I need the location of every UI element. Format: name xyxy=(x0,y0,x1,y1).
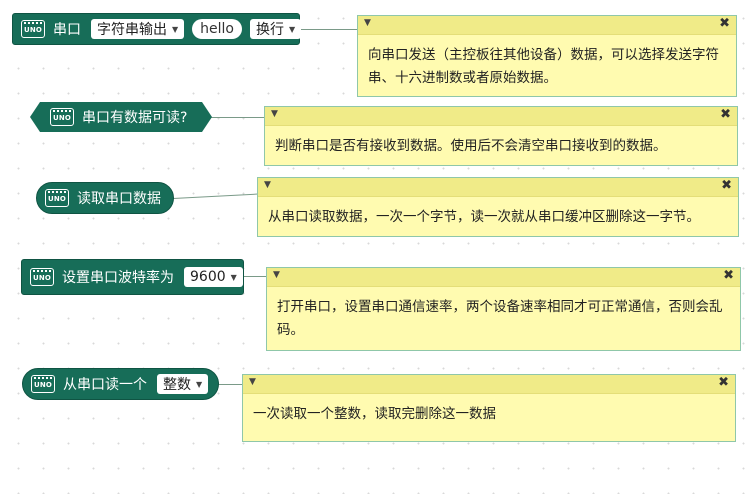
number-type-dropdown[interactable]: 整数 ▼ xyxy=(157,374,209,394)
uno-board-icon: UNO xyxy=(50,108,74,126)
comment-text[interactable]: 一次读取一个整数，读取完删除这一数据 xyxy=(243,394,735,435)
collapse-icon[interactable]: ▼ xyxy=(273,270,280,280)
comment-text[interactable]: 向串口发送（主控板往其他设备）数据，可以选择发送字符串、十六进制数或者原始数据。 xyxy=(358,35,736,99)
line-ending-dropdown[interactable]: 换行 ▼ xyxy=(250,19,302,39)
close-icon[interactable]: ✖ xyxy=(719,16,730,31)
chevron-down-icon: ▼ xyxy=(289,24,296,34)
serial-begin-block[interactable]: UNO 设置串口波特率为 9600 ▼ xyxy=(21,259,244,295)
connector-line xyxy=(243,276,267,277)
comment-header[interactable]: ▼ ✖ xyxy=(258,178,738,197)
block-label: 设置串口波特率为 xyxy=(62,270,174,286)
block-label: 从串口读一个 xyxy=(63,377,147,393)
connector-line xyxy=(218,384,242,385)
close-icon[interactable]: ✖ xyxy=(721,178,732,193)
collapse-icon[interactable]: ▼ xyxy=(364,18,371,28)
collapse-icon[interactable]: ▼ xyxy=(249,377,256,387)
comment-header[interactable]: ▼ ✖ xyxy=(265,107,737,126)
block-label: 串口 xyxy=(53,22,81,38)
data-type-dropdown[interactable]: 字符串输出 ▼ xyxy=(91,19,185,39)
chevron-down-icon: ▼ xyxy=(196,379,203,389)
chevron-down-icon: ▼ xyxy=(230,272,237,282)
collapse-icon[interactable]: ▼ xyxy=(271,109,278,119)
collapse-icon[interactable]: ▼ xyxy=(264,180,271,190)
connector-line xyxy=(210,117,265,118)
close-icon[interactable]: ✖ xyxy=(718,375,729,390)
comment-note[interactable]: ▼ ✖ 判断串口是否有接收到数据。使用后不会清空串口接收到的数据。 xyxy=(264,106,738,166)
comment-header[interactable]: ▼ ✖ xyxy=(243,375,735,394)
baud-rate-dropdown[interactable]: 9600 ▼ xyxy=(184,267,243,287)
close-icon[interactable]: ✖ xyxy=(720,107,731,122)
serial-read-block[interactable]: UNO 读取串口数据 xyxy=(36,182,174,214)
connector-line xyxy=(300,29,358,30)
uno-board-icon: UNO xyxy=(31,375,55,393)
uno-board-icon: UNO xyxy=(21,20,45,38)
comment-note[interactable]: ▼ ✖ 从串口读取数据，一次一个字节，读一次就从串口缓冲区删除这一字节。 xyxy=(257,177,739,237)
close-icon[interactable]: ✖ xyxy=(723,268,734,283)
chevron-down-icon: ▼ xyxy=(172,24,179,34)
comment-header[interactable]: ▼ ✖ xyxy=(267,268,740,287)
serial-write-block[interactable]: UNO 串口 字符串输出 ▼ hello 换行 ▼ xyxy=(12,13,302,45)
text-input[interactable]: hello xyxy=(192,19,242,39)
block-label: 读取串口数据 xyxy=(77,191,161,207)
comment-text[interactable]: 打开串口，设置串口通信速率，两个设备速率相同才可正常通信，否则会乱码。 xyxy=(267,287,740,351)
uno-board-icon: UNO xyxy=(45,189,69,207)
comment-note[interactable]: ▼ ✖ 打开串口，设置串口通信速率，两个设备速率相同才可正常通信，否则会乱码。 xyxy=(266,267,741,351)
block-label: 串口有数据可读? xyxy=(82,110,188,126)
connector-line xyxy=(173,193,258,199)
uno-board-icon: UNO xyxy=(30,268,54,286)
comment-note[interactable]: ▼ ✖ 向串口发送（主控板往其他设备）数据，可以选择发送字符串、十六进制数或者原… xyxy=(357,15,737,97)
comment-note[interactable]: ▼ ✖ 一次读取一个整数，读取完删除这一数据 xyxy=(242,374,736,442)
comment-text[interactable]: 判断串口是否有接收到数据。使用后不会清空串口接收到的数据。 xyxy=(265,126,737,167)
serial-available-block[interactable]: UNO 串口有数据可读? xyxy=(30,102,212,132)
comment-header[interactable]: ▼ ✖ xyxy=(358,16,736,35)
serial-read-number-block[interactable]: UNO 从串口读一个 整数 ▼ xyxy=(22,368,219,400)
comment-text[interactable]: 从串口读取数据，一次一个字节，读一次就从串口缓冲区删除这一字节。 xyxy=(258,197,738,238)
